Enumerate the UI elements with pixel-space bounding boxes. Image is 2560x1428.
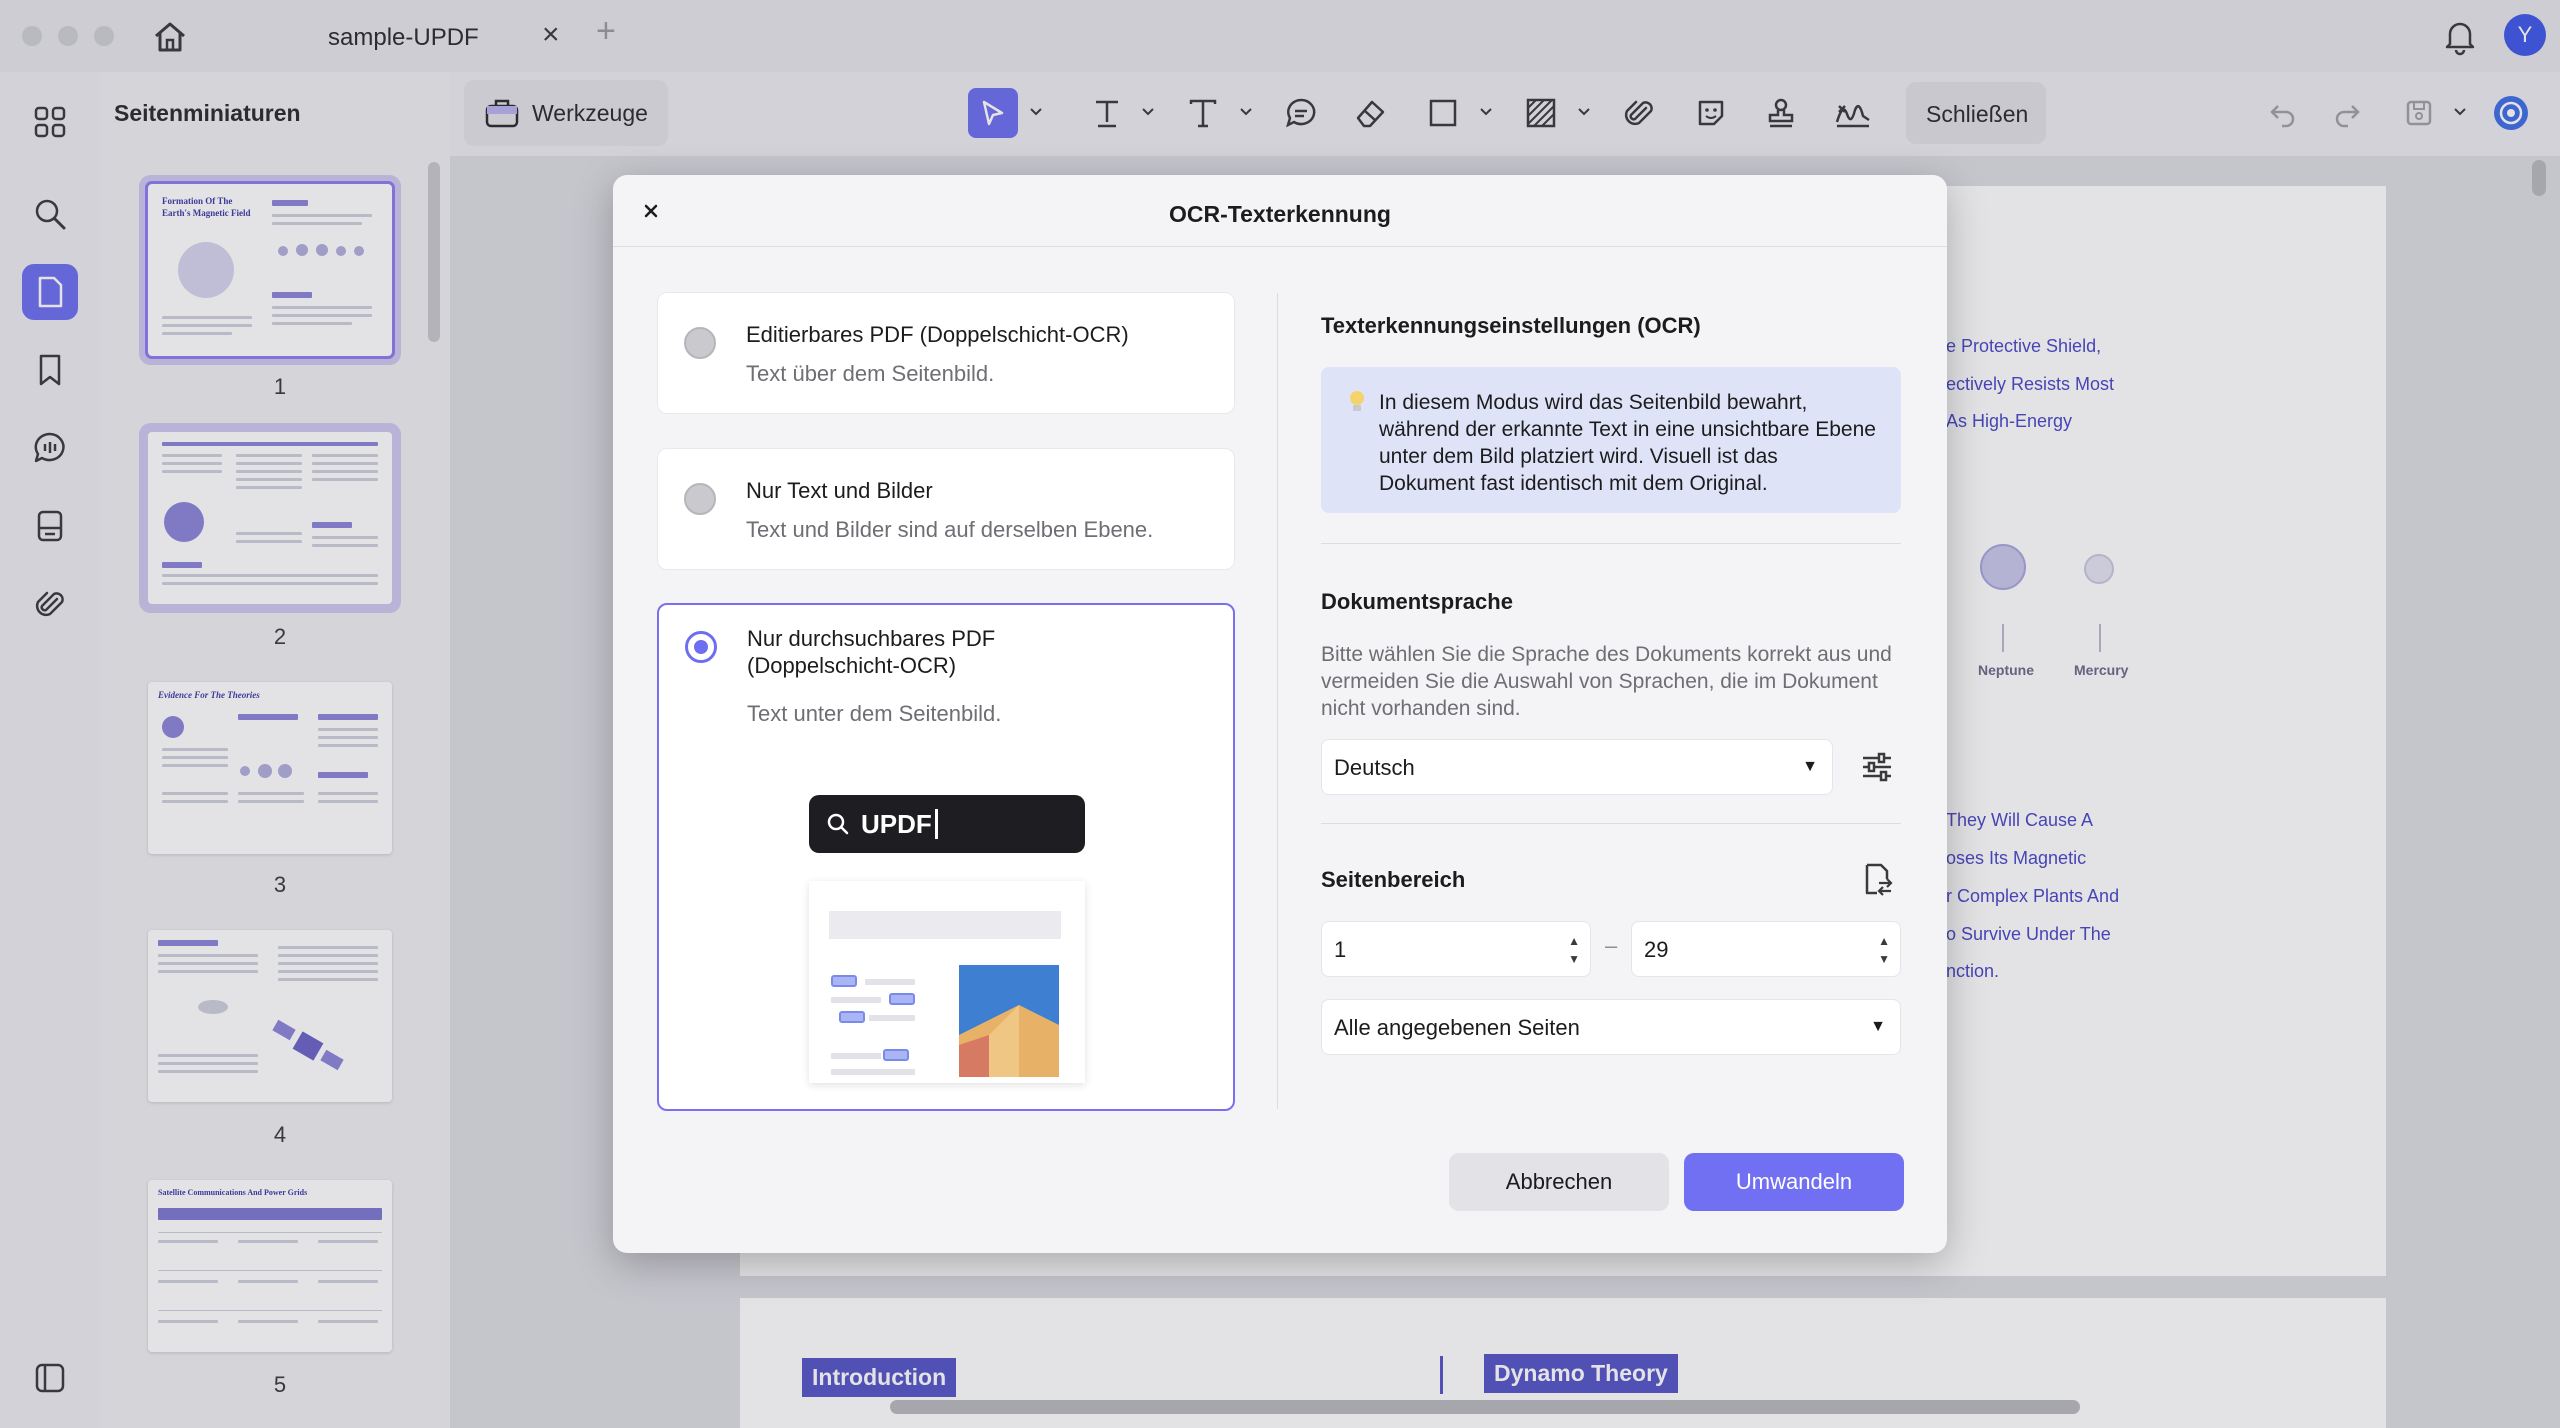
- language-value: Deutsch: [1334, 755, 1415, 780]
- radio-text-images[interactable]: [684, 483, 716, 515]
- page-subset-select[interactable]: Alle angegebenen Seiten ▼: [1321, 999, 1901, 1055]
- page-to-value: 29: [1644, 937, 1669, 962]
- convert-button[interactable]: Umwandeln: [1684, 1153, 1904, 1211]
- settings-title: Texterkennungseinstellungen (OCR): [1321, 313, 1701, 338]
- preview-document-illustration: [809, 881, 1085, 1083]
- cancel-button[interactable]: Abbrechen: [1449, 1153, 1669, 1211]
- dropdown-arrow-icon: ▼: [1870, 1018, 1886, 1035]
- close-icon[interactable]: [635, 195, 667, 227]
- language-description: Bitte wählen Sie die Sprache des Dokumen…: [1321, 643, 1892, 720]
- dropdown-arrow-icon: ▼: [1802, 758, 1818, 775]
- option-title: Nur Text und Bilder: [746, 478, 933, 503]
- info-text: In diesem Modus wird das Seitenbild bewa…: [1379, 391, 1876, 495]
- language-select[interactable]: Deutsch ▼: [1321, 739, 1833, 795]
- ocr-option-editable[interactable]: Editierbares PDF (Doppelschicht-OCR) Tex…: [657, 292, 1235, 414]
- page-from-stepper[interactable]: 1 ▲ ▼: [1321, 921, 1591, 977]
- page-subset-value: Alle angegebenen Seiten: [1334, 1015, 1580, 1040]
- page-range-icon[interactable]: [1859, 861, 1895, 897]
- dialog-divider: [1277, 293, 1278, 1109]
- dialog-header: OCR-Texterkennung: [613, 175, 1947, 247]
- page-range-title: Seitenbereich: [1321, 867, 1466, 892]
- page-to-stepper[interactable]: 29 ▲ ▼: [1631, 921, 1901, 977]
- preview-image-icon: [959, 965, 1059, 1077]
- option-title: Editierbares PDF (Doppelschicht-OCR): [746, 322, 1129, 347]
- ocr-option-text-images[interactable]: Nur Text und Bilder Text und Bilder sind…: [657, 448, 1235, 570]
- preview-search-bar: UPDF: [809, 795, 1085, 853]
- section-divider: [1321, 823, 1901, 824]
- page-from-value: 1: [1334, 937, 1347, 962]
- radio-searchable[interactable]: [685, 631, 717, 663]
- option-title: Nur durchsuchbares PDF (Doppelschicht-OC…: [747, 626, 996, 678]
- ocr-option-searchable[interactable]: Nur durchsuchbares PDF (Doppelschicht-OC…: [657, 603, 1235, 1111]
- option-subtitle: Text unter dem Seitenbild.: [747, 701, 1002, 726]
- search-icon: [827, 813, 849, 835]
- ocr-dialog: OCR-Texterkennung Editierbares PDF (Dopp…: [613, 175, 1947, 1253]
- info-box: In diesem Modus wird das Seitenbild bewa…: [1321, 367, 1901, 513]
- lightbulb-icon: [1350, 391, 1364, 411]
- preview-search-text: UPDF: [861, 809, 932, 839]
- language-settings-icon[interactable]: [1859, 749, 1895, 785]
- stepper-arrows-icon[interactable]: ▲ ▼: [1878, 932, 1890, 968]
- stepper-arrows-icon[interactable]: ▲ ▼: [1568, 932, 1580, 968]
- section-divider: [1321, 543, 1901, 544]
- radio-editable[interactable]: [684, 327, 716, 359]
- range-separator: –: [1605, 933, 1618, 958]
- option-subtitle: Text über dem Seitenbild.: [746, 361, 995, 386]
- dialog-title: OCR-Texterkennung: [1169, 201, 1391, 227]
- language-title: Dokumentsprache: [1321, 589, 1513, 614]
- option-subtitle: Text und Bilder sind auf derselben Ebene…: [746, 517, 1154, 542]
